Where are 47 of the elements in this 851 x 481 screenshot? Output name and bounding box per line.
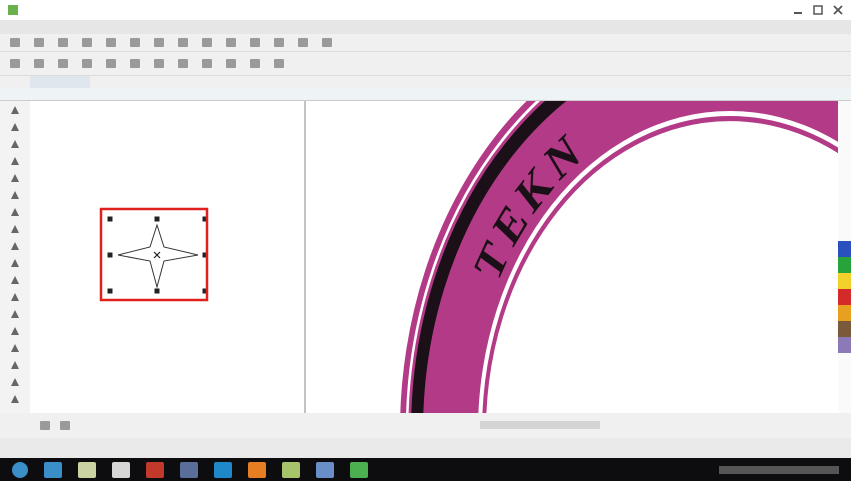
tool-icon[interactable] bbox=[10, 308, 20, 319]
tool-icon[interactable] bbox=[10, 206, 20, 217]
color-swatch[interactable] bbox=[838, 336, 851, 353]
selection-handle[interactable] bbox=[202, 288, 208, 294]
tool-icon[interactable] bbox=[10, 258, 20, 268]
taskbar-app-icon[interactable] bbox=[78, 462, 96, 478]
color-swatch[interactable] bbox=[838, 288, 851, 305]
tool-icon[interactable] bbox=[10, 190, 20, 200]
taskbar-app-icon[interactable] bbox=[316, 462, 334, 478]
maximize-icon[interactable] bbox=[813, 4, 823, 15]
taskbar-app-icon[interactable] bbox=[350, 462, 368, 478]
color-swatch[interactable] bbox=[838, 304, 851, 321]
tool-icon[interactable] bbox=[10, 342, 20, 353]
taskbar-app-icon[interactable] bbox=[112, 462, 130, 478]
star-shape[interactable] bbox=[118, 223, 198, 289]
tool-icon[interactable] bbox=[10, 138, 20, 149]
color-swatch[interactable] bbox=[838, 240, 851, 257]
taskbar-app-icon[interactable] bbox=[248, 462, 266, 478]
selection-handle[interactable] bbox=[154, 288, 160, 294]
selection-handle[interactable] bbox=[154, 216, 160, 222]
tool-icon[interactable] bbox=[10, 240, 20, 251]
color-swatch[interactable] bbox=[838, 272, 851, 289]
tool-icon[interactable] bbox=[10, 376, 20, 387]
app-icon bbox=[8, 4, 18, 15]
taskbar-app-icon[interactable] bbox=[282, 462, 300, 478]
horizontal-scrollbar[interactable] bbox=[480, 421, 600, 430]
tool-icon[interactable] bbox=[10, 122, 20, 132]
tool-icon[interactable] bbox=[10, 172, 20, 183]
tool-icon[interactable] bbox=[10, 274, 20, 285]
tool-icon[interactable] bbox=[10, 326, 20, 336]
tool-icon[interactable] bbox=[10, 292, 20, 302]
center-mark-icon bbox=[153, 251, 161, 258]
start-button[interactable] bbox=[12, 462, 28, 478]
tool-icon[interactable] bbox=[10, 360, 20, 370]
color-swatch[interactable] bbox=[838, 320, 851, 337]
tool-icon[interactable] bbox=[10, 394, 20, 404]
selection-handle[interactable] bbox=[108, 288, 112, 294]
tool-icon[interactable] bbox=[10, 224, 20, 234]
tool-icon[interactable] bbox=[10, 104, 20, 115]
taskbar-app-icon[interactable] bbox=[44, 462, 62, 478]
selection-handle[interactable] bbox=[108, 252, 112, 258]
color-swatch[interactable] bbox=[838, 256, 851, 273]
selection-handle[interactable] bbox=[202, 216, 208, 222]
selection-handle[interactable] bbox=[202, 252, 208, 258]
selection-handle[interactable] bbox=[108, 216, 112, 222]
tool-icon[interactable] bbox=[10, 156, 20, 166]
close-icon[interactable] bbox=[833, 4, 843, 15]
